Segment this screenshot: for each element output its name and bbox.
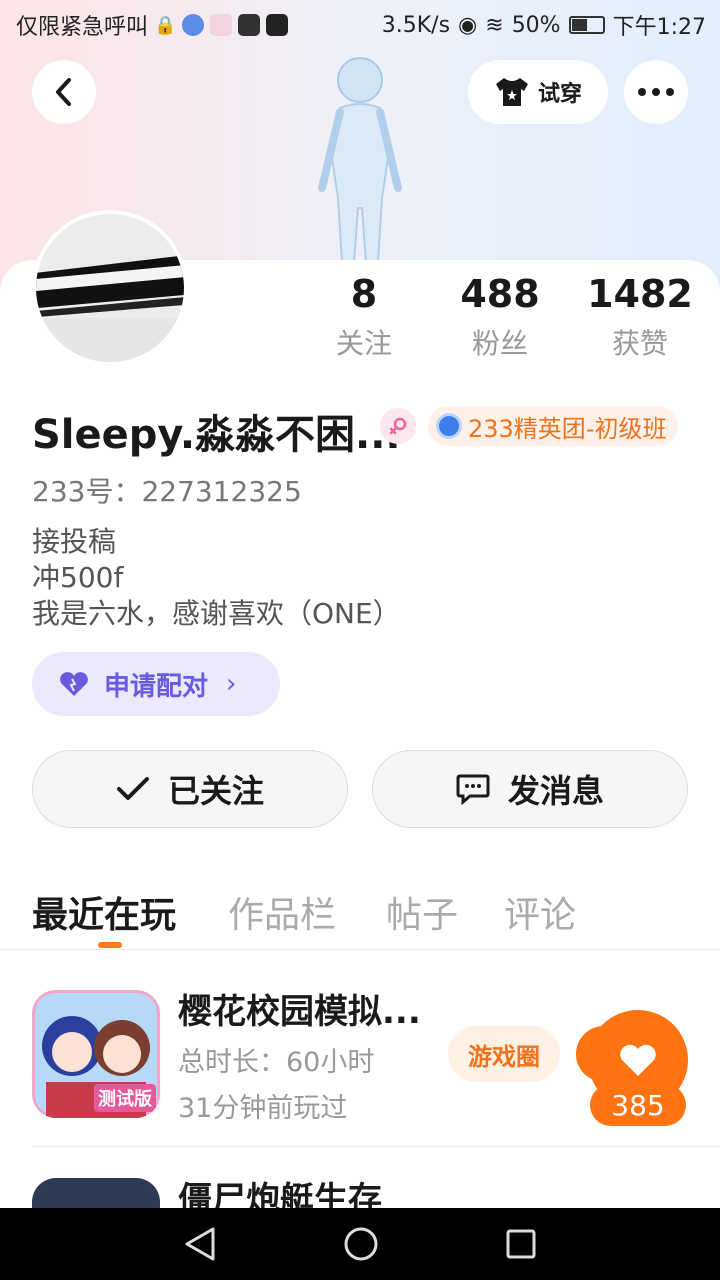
system-navigation-bar — [0, 1208, 720, 1280]
likes-label: 获赞 — [611, 327, 668, 360]
tab-posts[interactable]: 帖子 — [386, 886, 458, 938]
game-title: 樱花校园模拟... — [178, 992, 421, 1032]
followers-count: 488 — [460, 272, 540, 316]
tshirt-icon — [495, 78, 528, 106]
profile-tabs: 最近在玩 作品栏 帖子 评论 — [0, 880, 720, 950]
active-tab-indicator — [98, 942, 122, 948]
back-button[interactable] — [32, 60, 96, 124]
tab-works[interactable]: 作品栏 — [228, 886, 336, 938]
app-notification-icon — [182, 14, 205, 36]
request-pair-label: 申请配对 — [104, 671, 209, 702]
more-dots-icon — [638, 88, 674, 96]
home-nav-icon[interactable] — [343, 1226, 379, 1262]
network-speed: 3.5K/s — [381, 12, 451, 38]
user-id: 233号：227312325 — [32, 475, 302, 508]
clock: 下午1:27 — [612, 15, 706, 40]
username: Sleepy.淼淼不困... — [32, 412, 401, 458]
gear-badge-icon — [436, 413, 462, 439]
more-button[interactable] — [624, 60, 688, 124]
list-divider — [32, 1146, 720, 1147]
following-button-label: 已关注 — [167, 772, 264, 810]
battery-icon — [568, 16, 605, 34]
stat-followers[interactable]: 488 粉丝 — [430, 270, 570, 362]
checkmark-icon — [116, 777, 149, 800]
following-label: 关注 — [335, 327, 392, 360]
tab-comments[interactable]: 评论 — [504, 886, 576, 938]
game-list-item[interactable]: 僵尸炮艇生存 — [32, 1178, 720, 1208]
game-playtime: 总时长：60小时 — [178, 1047, 375, 1078]
try-on-button[interactable]: 试穿 — [468, 60, 608, 124]
back-nav-icon[interactable] — [183, 1226, 217, 1262]
bio: 接投稿 冲500f 我是六水，感谢喜欢（ONE） — [32, 524, 401, 632]
send-message-button[interactable]: 发消息 — [372, 750, 688, 828]
wifi-icon: ≋ — [485, 12, 504, 38]
following-count: 8 — [350, 272, 378, 316]
game-circle-button[interactable]: 游戏圈 — [448, 1026, 560, 1082]
status-bar: 仅限紧急呼叫 🔒 3.5K/s ◉ ≋ 50% 下午1:27 — [0, 0, 720, 50]
request-pair-button[interactable]: 申请配对 › — [32, 652, 280, 716]
bio-line: 接投稿 — [32, 525, 117, 558]
chevron-right-icon: › — [226, 669, 237, 699]
carrier-text: 仅限紧急呼叫 — [16, 15, 149, 40]
game-icon[interactable] — [32, 1178, 160, 1208]
avatar-outfit-figure — [318, 57, 402, 264]
female-gender-icon — [380, 408, 416, 444]
avatar[interactable] — [32, 210, 188, 366]
bio-line: 冲500f — [32, 561, 124, 594]
chat-bubble-icon — [456, 774, 490, 805]
stat-likes[interactable]: 1482 获赞 — [570, 270, 710, 362]
game-title: 僵尸炮艇生存 — [178, 1180, 382, 1208]
send-message-label: 发消息 — [507, 772, 604, 810]
recents-nav-icon[interactable] — [505, 1228, 537, 1260]
try-on-label: 试穿 — [537, 82, 582, 107]
video-app-icon — [210, 14, 233, 36]
group-badge-label: 233精英团-初级班 — [468, 414, 667, 443]
following-button[interactable]: 已关注 — [32, 750, 348, 828]
capcut-app-icon — [266, 14, 289, 36]
heart-pair-icon — [60, 672, 88, 696]
chevron-left-icon — [56, 78, 71, 106]
record-app-icon — [238, 14, 261, 36]
lock-icon: 🔒 — [154, 14, 177, 36]
battery-percent: 50% — [511, 12, 561, 38]
followers-label: 粉丝 — [471, 327, 528, 360]
heart-icon — [620, 1044, 656, 1076]
stat-following[interactable]: 8 关注 — [294, 270, 434, 362]
game-last-played: 31分钟前玩过 — [178, 1093, 348, 1124]
group-badge[interactable]: 233精英团-初级班 — [428, 406, 679, 446]
bio-line: 我是六水，感谢喜欢（ONE） — [32, 597, 401, 630]
likes-count: 1482 — [587, 272, 693, 316]
like-count: 385 — [590, 1084, 686, 1126]
game-icon-text: 测试版 — [94, 1084, 156, 1112]
tab-recently-played[interactable]: 最近在玩 — [32, 886, 176, 938]
eye-icon: ◉ — [458, 12, 478, 38]
game-icon[interactable]: 测试版 — [32, 990, 160, 1118]
avatar-image — [36, 214, 184, 362]
